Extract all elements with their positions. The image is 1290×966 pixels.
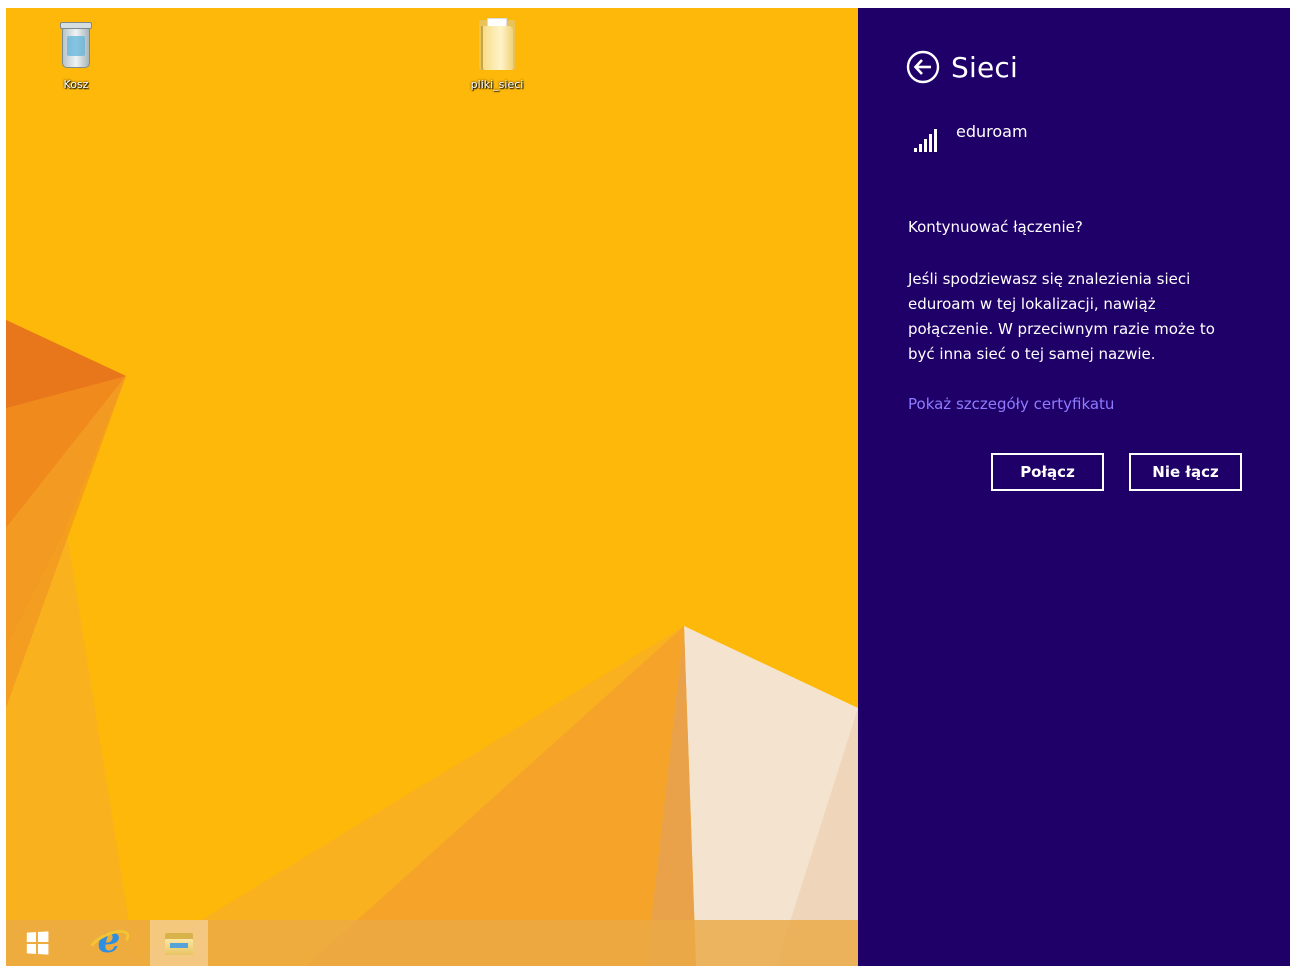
- network-item-eduroam[interactable]: eduroam: [914, 122, 1028, 154]
- desktop-icon-label: pliki_sieci: [470, 78, 524, 91]
- wifi-signal-icon: [914, 129, 937, 152]
- connect-question: Kontynuować łączenie?: [908, 218, 1083, 236]
- connect-button[interactable]: Połącz: [991, 453, 1104, 491]
- recycle-bin-icon: [52, 16, 100, 72]
- folder-icon: [473, 16, 521, 72]
- file-explorer-button[interactable]: [150, 920, 208, 966]
- internet-explorer-icon: e: [84, 922, 134, 963]
- dont-connect-button[interactable]: Nie łącz: [1129, 453, 1242, 491]
- networks-charm-panel: Sieci eduroam Kontynuować łączenie? Jeśl…: [858, 8, 1290, 966]
- internet-explorer-button[interactable]: e: [80, 920, 138, 966]
- network-name: eduroam: [956, 122, 1028, 141]
- screen: Kosz pliki_sieci e Sieci eduroam Kontynu…: [6, 8, 1290, 966]
- windows-logo-icon: [26, 931, 49, 955]
- folder-shortcut[interactable]: pliki_sieci: [457, 16, 537, 91]
- show-certificate-link[interactable]: Pokaż szczegóły certyfikatu: [908, 395, 1114, 413]
- recycle-bin-shortcut[interactable]: Kosz: [36, 16, 116, 91]
- back-arrow-icon[interactable]: [906, 50, 940, 84]
- wallpaper: [6, 8, 858, 966]
- connect-explanation: Jeśli spodziewasz się znalezienia sieci …: [908, 270, 1215, 363]
- desktop-icon-label: Kosz: [63, 78, 89, 91]
- start-button[interactable]: [8, 920, 66, 966]
- charm-title: Sieci: [951, 50, 1018, 84]
- file-explorer-icon: [165, 931, 193, 955]
- desktop[interactable]: Kosz pliki_sieci e: [6, 8, 858, 966]
- charm-header: Sieci: [906, 50, 1018, 84]
- taskbar: e: [6, 920, 858, 966]
